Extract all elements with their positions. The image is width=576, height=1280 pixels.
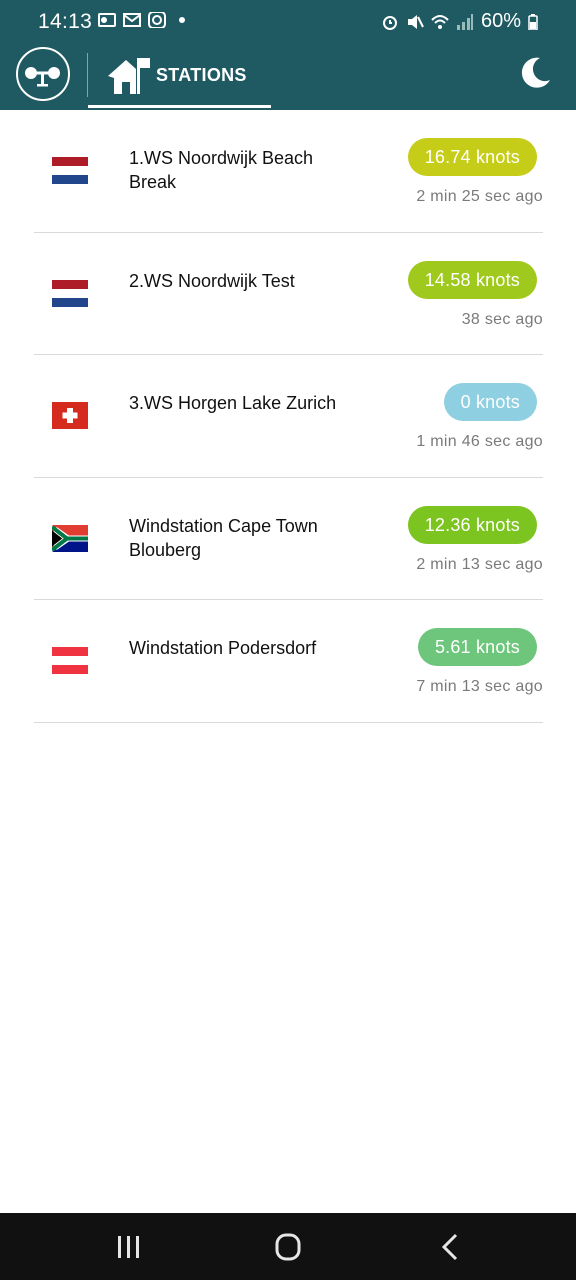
station-row[interactable]: 1.WS Noordwijk Beach Break 16.74 knots 2 m… <box>34 110 543 233</box>
mail-icon <box>123 13 141 27</box>
wind-speed-badge: 12.36 knots <box>407 505 537 544</box>
mute-icon <box>407 14 424 29</box>
home-icon[interactable] <box>268 1229 308 1265</box>
last-updated: 38 sec ago <box>461 310 543 328</box>
tab-label: STATIONS <box>156 65 247 85</box>
station-name: Windstation Cape Town Blouberg <box>129 515 318 560</box>
last-updated: 2 min 25 sec ago <box>416 188 543 205</box>
last-updated: 2 min 13 sec ago <box>416 555 543 573</box>
instagram-icon <box>148 12 166 28</box>
station-row[interactable]: Windstation Podersdorf 5.61 knots 7 min 13… <box>34 600 543 723</box>
station-name: Windstation Podersdorf <box>129 638 317 658</box>
flag-austria-icon <box>52 647 88 674</box>
back-icon[interactable] <box>430 1229 470 1265</box>
station-name: 2.WS Noordwijk Test <box>129 270 295 291</box>
outlook-icon <box>98 13 116 27</box>
status-bar: 14:13 60% <box>0 0 576 40</box>
battery-percent: 60% <box>480 10 521 32</box>
station-name: 3.WS Horgen Lake Zurich <box>129 393 337 413</box>
station-list: 1.WS Noordwijk Beach Break 16.74 knots 2 m… <box>34 110 543 723</box>
wifi-icon <box>431 14 449 29</box>
system-status: 60% <box>381 10 538 33</box>
flag-netherlands-icon <box>52 279 88 307</box>
recent-apps-icon[interactable] <box>108 1229 148 1265</box>
moon-icon[interactable] <box>518 56 552 90</box>
app-bar: STATIONS <box>0 40 576 110</box>
windstation-logo-icon[interactable] <box>16 47 70 101</box>
home-flag-icon <box>108 58 150 94</box>
dot-icon <box>179 17 185 23</box>
status-time: 14:13 <box>38 10 93 33</box>
battery-icon <box>528 13 538 30</box>
station-row[interactable]: Windstation Cape Town Blouberg 12.36 knot… <box>34 478 543 600</box>
notification-icons <box>98 12 191 28</box>
alarm-icon <box>382 15 397 30</box>
last-updated: 1 min 46 sec ago <box>416 433 543 450</box>
tab-stations[interactable]: STATIONS <box>88 40 271 110</box>
wind-speed-badge: 16.74 knots <box>407 138 537 176</box>
tab-indicator <box>88 105 271 108</box>
last-updated: 7 min 13 sec ago <box>416 678 543 695</box>
flag-south-africa-icon <box>52 524 88 552</box>
flag-switzerland-icon <box>52 402 88 429</box>
station-row[interactable]: 3.WS Horgen Lake Zurich 0 knots 1 min 46 s… <box>34 355 543 478</box>
wind-speed-badge: 0 knots <box>443 383 537 421</box>
station-row[interactable]: 2.WS Noordwijk Test 14.58 knots 38 sec ago <box>34 233 543 355</box>
signal-icon <box>456 13 473 30</box>
wind-speed-badge: 5.61 knots <box>417 628 537 666</box>
flag-netherlands-icon <box>52 157 88 184</box>
station-name: 1.WS Noordwijk Beach Break <box>129 148 314 192</box>
navigation-bar <box>0 1213 576 1280</box>
wind-speed-badge: 14.58 knots <box>407 260 537 299</box>
